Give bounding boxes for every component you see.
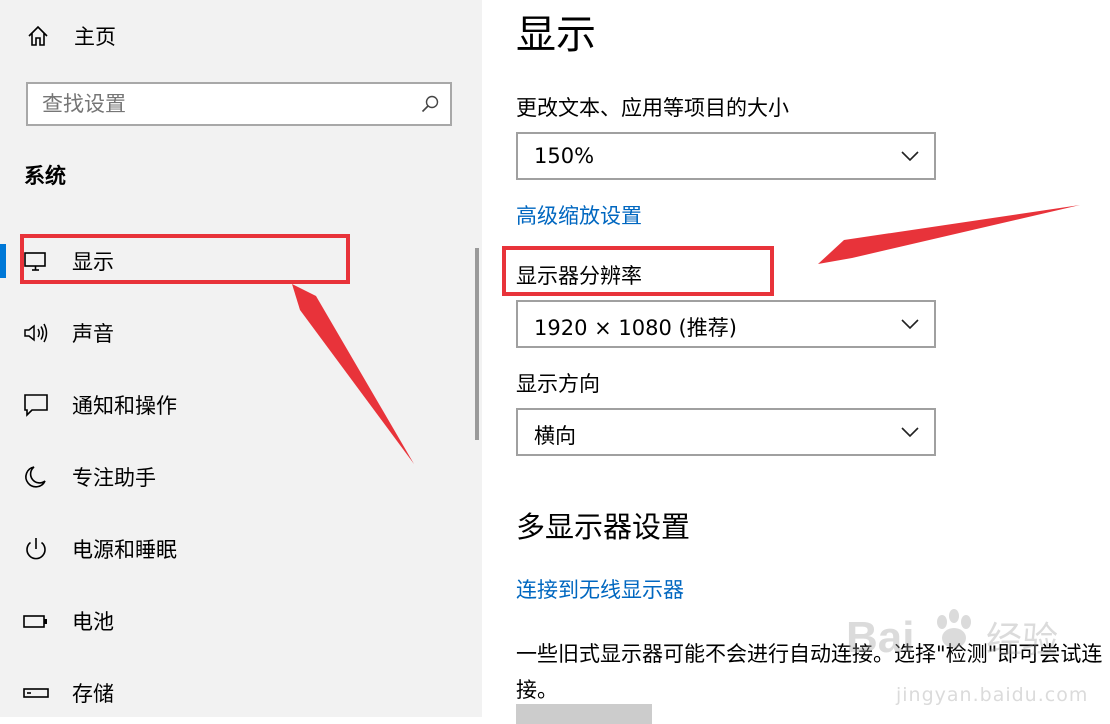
watermark-brand: Bai <box>846 613 914 662</box>
sidebar-item-storage[interactable]: 存储 <box>0 670 470 714</box>
sidebar-item-notifications[interactable]: 通知和操作 <box>0 382 470 426</box>
home-icon <box>28 25 48 46</box>
nav-home[interactable]: 主页 <box>26 18 116 54</box>
sidebar-item-sound[interactable]: 声音 <box>0 310 470 354</box>
orientation-dropdown[interactable]: 横向 <box>516 408 936 456</box>
orientation-value: 横向 <box>534 424 576 448</box>
storage-icon <box>23 688 49 698</box>
sidebar-item-label: 声音 <box>72 322 114 346</box>
scale-value: 150% <box>534 144 595 168</box>
multi-display-heading: 多显示器设置 <box>516 510 691 544</box>
sidebar-item-focus-assist[interactable]: 专注助手 <box>0 454 470 498</box>
highlight-box-resolution <box>502 246 774 296</box>
orientation-label: 显示方向 <box>516 372 600 396</box>
baidu-watermark: Bai 经验 jingyan.baidu.com <box>846 600 1108 712</box>
sidebar-item-label: 专注助手 <box>72 466 156 490</box>
moon-icon <box>25 466 46 488</box>
scale-dropdown[interactable]: 150% <box>516 132 936 180</box>
wireless-display-link[interactable]: 连接到无线显示器 <box>516 574 684 604</box>
speaker-icon <box>24 323 48 343</box>
battery-icon <box>23 615 47 628</box>
sidebar-item-label: 电池 <box>72 610 114 634</box>
detect-button[interactable] <box>516 704 652 724</box>
section-title: 系统 <box>24 164 66 188</box>
sidebar-item-power-sleep[interactable]: 电源和睡眠 <box>0 526 470 570</box>
resolution-value: 1920 × 1080 (推荐) <box>534 316 737 340</box>
watermark-brand-suffix: 经验 <box>986 620 1058 661</box>
navigation-pane: 主页 系统 显示 声音 通知和操作 <box>0 0 482 717</box>
advanced-scaling-link[interactable]: 高级缩放设置 <box>516 200 642 230</box>
sidebar-item-label: 通知和操作 <box>72 394 177 418</box>
active-indicator <box>0 244 6 278</box>
watermark-url: jingyan.baidu.com <box>896 684 1089 706</box>
chevron-down-icon <box>901 319 919 330</box>
highlight-box-display <box>20 234 350 284</box>
sidebar-item-label: 电源和睡眠 <box>72 538 177 562</box>
search-icon[interactable] <box>420 94 440 114</box>
resolution-dropdown[interactable]: 1920 × 1080 (推荐) <box>516 300 936 348</box>
sidebar-item-battery[interactable]: 电池 <box>0 598 470 642</box>
baidu-paw-logo: Bai 经验 <box>846 609 1058 662</box>
chevron-down-icon <box>901 151 919 162</box>
nav-home-label: 主页 <box>74 25 116 49</box>
chevron-down-icon <box>901 427 919 438</box>
page-title: 显示 <box>516 12 596 58</box>
search-box <box>26 82 452 126</box>
search-input[interactable] <box>28 84 412 124</box>
power-icon <box>26 538 46 560</box>
notification-icon <box>24 394 48 417</box>
nav-scrollbar[interactable] <box>475 248 479 440</box>
scale-label: 更改文本、应用等项目的大小 <box>516 96 789 120</box>
sidebar-item-label: 存储 <box>72 682 114 706</box>
